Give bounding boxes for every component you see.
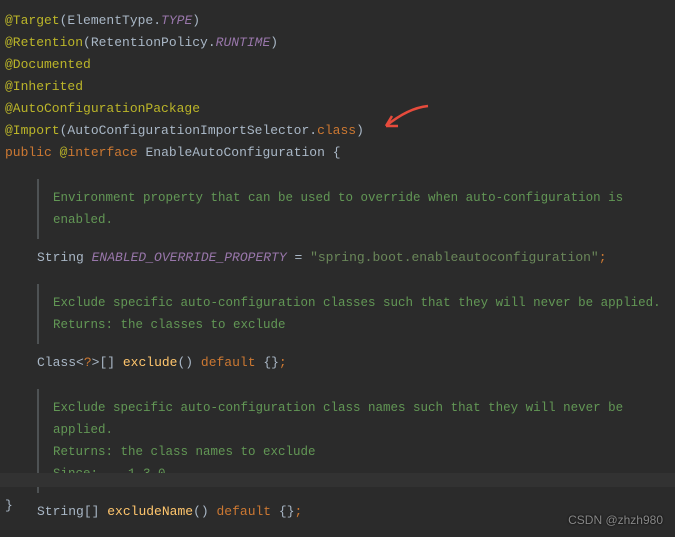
- code-line: public @interface EnableAutoConfiguratio…: [5, 142, 670, 164]
- javadoc-line: Returns: the classes to exclude: [53, 314, 670, 336]
- code-line: @Retention(RetentionPolicy.RUNTIME): [5, 32, 670, 54]
- code-line: @AutoConfigurationPackage: [5, 98, 670, 120]
- code-editor[interactable]: @Target(ElementType.TYPE) @Retention(Ret…: [0, 0, 675, 533]
- watermark: CSDN @zhzh980: [568, 513, 663, 527]
- javadoc-line: Environment property that can be used to…: [53, 187, 670, 231]
- javadoc-line: Exclude specific auto-configuration clas…: [53, 397, 670, 441]
- javadoc-block: Exclude specific auto-configuration clas…: [37, 284, 670, 344]
- code-line: @Documented: [5, 54, 670, 76]
- code-line: }: [5, 498, 13, 513]
- code-line: Class<?>[] exclude() default {};: [5, 352, 670, 374]
- annotation: @Import: [5, 123, 60, 138]
- javadoc-line: Exclude specific auto-configuration clas…: [53, 292, 670, 314]
- editor-strip: [0, 473, 675, 487]
- javadoc-line: Returns: the class names to exclude: [53, 441, 670, 463]
- code-line: @Target(ElementType.TYPE): [5, 10, 670, 32]
- annotation: @Inherited: [5, 79, 83, 94]
- code-line: @Inherited: [5, 76, 670, 98]
- annotation: @Retention: [5, 35, 83, 50]
- code-line: @Import(AutoConfigurationImportSelector.…: [5, 120, 670, 142]
- annotation: @Target: [5, 13, 60, 28]
- javadoc-block: Environment property that can be used to…: [37, 179, 670, 239]
- annotation: @AutoConfigurationPackage: [5, 101, 200, 116]
- code-line: String ENABLED_OVERRIDE_PROPERTY = "spri…: [5, 247, 670, 269]
- annotation: @Documented: [5, 57, 91, 72]
